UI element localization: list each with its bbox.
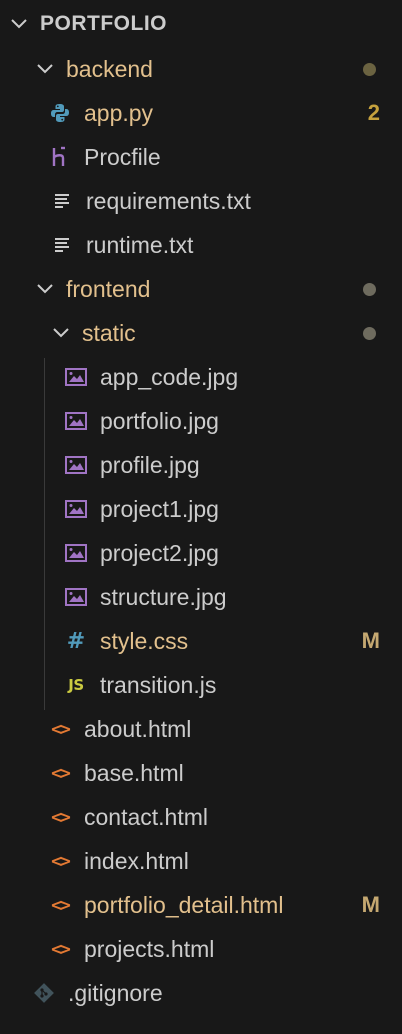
file-procfile[interactable]: Procfile bbox=[0, 135, 402, 179]
file-profile-jpg[interactable]: profile.jpg bbox=[0, 443, 402, 487]
file-base-html[interactable]: <> base.html bbox=[0, 751, 402, 795]
folder-frontend[interactable]: frontend bbox=[0, 267, 402, 311]
file-label: about.html bbox=[84, 716, 192, 742]
text-file-icon bbox=[50, 233, 74, 257]
file-label: base.html bbox=[84, 760, 184, 786]
modified-dot-indicator bbox=[363, 326, 376, 340]
folder-root-portfolio[interactable]: PORTFOLIO bbox=[0, 2, 402, 46]
file-label: project2.jpg bbox=[100, 540, 219, 566]
html-icon: <> bbox=[51, 762, 71, 784]
file-gitignore[interactable]: .gitignore bbox=[0, 971, 402, 1015]
file-contact-html[interactable]: <> contact.html bbox=[0, 795, 402, 839]
file-label: structure.jpg bbox=[100, 584, 227, 610]
html-icon: <> bbox=[51, 938, 71, 960]
file-requirements-txt[interactable]: requirements.txt bbox=[0, 179, 402, 223]
image-icon bbox=[64, 453, 88, 477]
chevron-down-icon bbox=[34, 278, 56, 300]
modified-status-badge: M bbox=[361, 628, 380, 653]
javascript-icon: JS bbox=[68, 676, 84, 694]
git-icon bbox=[32, 981, 56, 1005]
folder-label: backend bbox=[66, 56, 153, 82]
chevron-down-icon bbox=[34, 58, 56, 80]
html-icon: <> bbox=[51, 850, 71, 872]
image-icon bbox=[64, 365, 88, 389]
css-icon: # bbox=[66, 628, 86, 654]
file-index-html[interactable]: <> index.html bbox=[0, 839, 402, 883]
html-icon: <> bbox=[51, 718, 71, 740]
problems-count-badge: 2 bbox=[367, 100, 380, 125]
file-label: contact.html bbox=[84, 804, 208, 830]
file-label: index.html bbox=[84, 848, 189, 874]
folder-static[interactable]: static bbox=[0, 311, 402, 355]
modified-dot-indicator bbox=[363, 62, 376, 76]
file-label: app.py bbox=[84, 100, 154, 126]
image-icon bbox=[64, 585, 88, 609]
file-label: Procfile bbox=[84, 144, 161, 170]
folder-label: PORTFOLIO bbox=[40, 12, 167, 35]
file-runtime-txt[interactable]: runtime.txt bbox=[0, 223, 402, 267]
modified-status-badge: M bbox=[361, 892, 380, 917]
heroku-icon bbox=[48, 145, 72, 169]
file-project2-jpg[interactable]: project2.jpg bbox=[0, 531, 402, 575]
file-label: projects.html bbox=[84, 936, 215, 962]
image-icon bbox=[64, 541, 88, 565]
folder-backend[interactable]: backend bbox=[0, 47, 402, 91]
folder-label: frontend bbox=[66, 276, 151, 302]
html-icon: <> bbox=[51, 894, 71, 916]
file-app-py[interactable]: app.py 2 bbox=[0, 91, 402, 135]
file-label: transition.js bbox=[100, 672, 217, 698]
file-label: requirements.txt bbox=[86, 188, 251, 214]
chevron-down-icon bbox=[8, 13, 30, 35]
image-icon bbox=[64, 409, 88, 433]
chevron-down-icon bbox=[50, 322, 72, 344]
folder-label: static bbox=[82, 320, 136, 346]
file-label: project1.jpg bbox=[100, 496, 219, 522]
file-portfolio-detail-html[interactable]: <> portfolio_detail.html M bbox=[0, 883, 402, 927]
html-icon: <> bbox=[51, 806, 71, 828]
file-portfolio-jpg[interactable]: portfolio.jpg bbox=[0, 399, 402, 443]
file-label: app_code.jpg bbox=[100, 364, 239, 390]
file-label: style.css bbox=[100, 628, 189, 654]
file-projects-html[interactable]: <> projects.html bbox=[0, 927, 402, 971]
image-icon bbox=[64, 497, 88, 521]
file-structure-jpg[interactable]: structure.jpg bbox=[0, 575, 402, 619]
python-icon bbox=[48, 101, 72, 125]
file-transition-js[interactable]: JS transition.js bbox=[0, 663, 402, 707]
file-label: profile.jpg bbox=[100, 452, 200, 478]
file-style-css[interactable]: # style.css M bbox=[0, 619, 402, 663]
file-label: portfolio.jpg bbox=[100, 408, 219, 434]
file-app-code-jpg[interactable]: app_code.jpg bbox=[0, 355, 402, 399]
file-label: runtime.txt bbox=[86, 232, 194, 258]
file-about-html[interactable]: <> about.html bbox=[0, 707, 402, 751]
file-label: .gitignore bbox=[68, 980, 163, 1006]
file-explorer: PORTFOLIO backend app.py 2 Procfile requ… bbox=[0, 0, 402, 1034]
modified-dot-indicator bbox=[363, 282, 376, 296]
text-file-icon bbox=[50, 189, 74, 213]
file-project1-jpg[interactable]: project1.jpg bbox=[0, 487, 402, 531]
file-label: portfolio_detail.html bbox=[84, 892, 284, 918]
